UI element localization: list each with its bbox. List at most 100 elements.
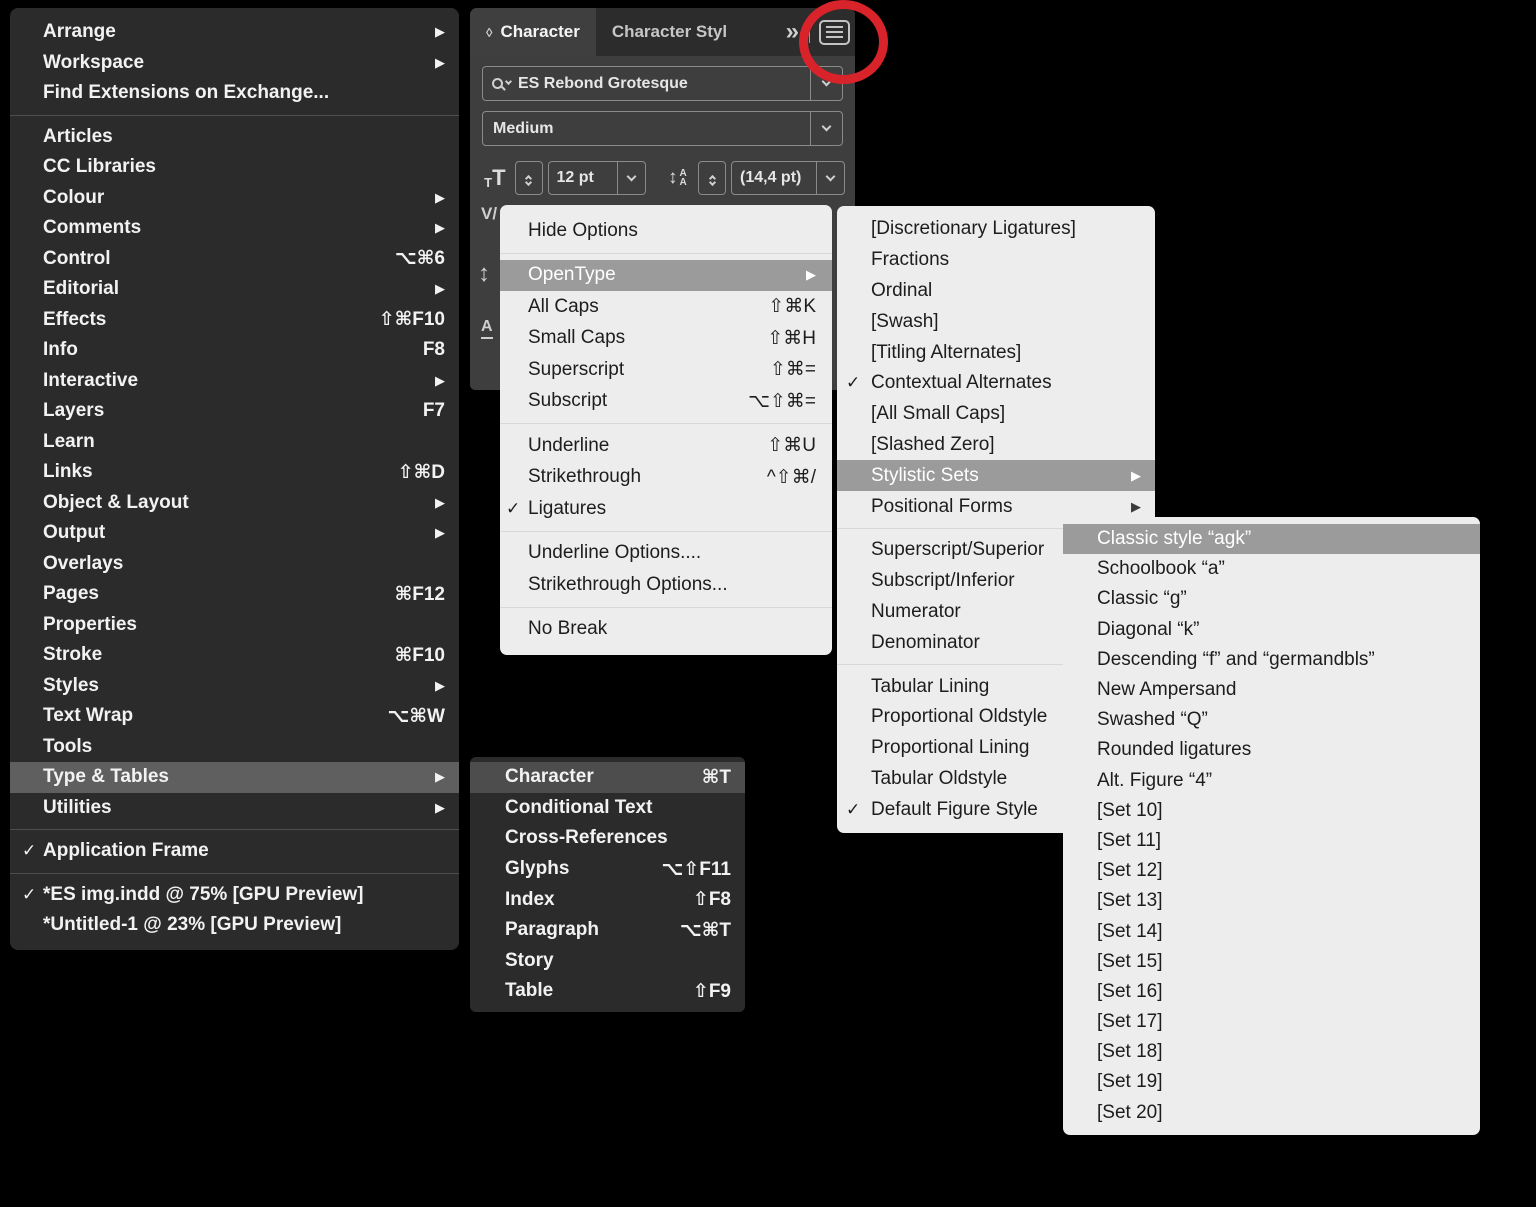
menu-item-discretionary-ligatures[interactable]: [Discretionary Ligatures]: [837, 214, 1155, 245]
font-family-select[interactable]: ES Rebond Grotesque: [482, 66, 843, 101]
shortcut-label: ⌘F10: [375, 644, 445, 667]
menu-item-alt-figure-4[interactable]: Alt. Figure “4”: [1063, 766, 1480, 796]
menu-item-cc-libraries[interactable]: CC Libraries: [10, 152, 459, 183]
menu-item-superscript[interactable]: Superscript⇧⌘=: [500, 354, 832, 386]
menu-item-underline-options[interactable]: Underline Options....: [500, 538, 832, 570]
menu-item-control[interactable]: Control⌥⌘6: [10, 244, 459, 275]
menu-item-small-caps[interactable]: Small Caps⇧⌘H: [500, 323, 832, 355]
menu-item-story[interactable]: Story: [470, 946, 745, 977]
menu-item-output[interactable]: Output▶: [10, 518, 459, 549]
menu-item-properties[interactable]: Properties: [10, 610, 459, 641]
menu-item-links[interactable]: Links⇧⌘D: [10, 457, 459, 488]
menu-item-label: All Caps: [528, 296, 599, 318]
menu-item-comments[interactable]: Comments▶: [10, 213, 459, 244]
menu-item-underline[interactable]: Underline⇧⌘U: [500, 430, 832, 462]
menu-item-styles[interactable]: Styles▶: [10, 671, 459, 702]
menu-item-schoolbook-a[interactable]: Schoolbook “a”: [1063, 554, 1480, 584]
menu-item-application-frame[interactable]: ✓Application Frame: [10, 836, 459, 867]
menu-item-opentype[interactable]: OpenType▶: [500, 260, 832, 292]
menu-item-slashed-zero[interactable]: [Slashed Zero]: [837, 430, 1155, 461]
menu-item-cross-references[interactable]: Cross-References: [470, 823, 745, 854]
menu-item-label: Ordinal: [871, 280, 932, 302]
font-size-field[interactable]: 12 pt: [548, 161, 646, 195]
menu-item-set-18[interactable]: [Set 18]: [1063, 1037, 1480, 1067]
menu-item-es-img-indd-75-gpu-preview[interactable]: ✓*ES img.indd @ 75% [GPU Preview]: [10, 880, 459, 911]
menu-item-diagonal-k[interactable]: Diagonal “k”: [1063, 615, 1480, 645]
menu-item-set-17[interactable]: [Set 17]: [1063, 1007, 1480, 1037]
menu-item-all-small-caps[interactable]: [All Small Caps]: [837, 399, 1155, 430]
menu-item-set-19[interactable]: [Set 19]: [1063, 1067, 1480, 1097]
menu-item-label: [Set 10]: [1097, 800, 1163, 822]
menu-item-new-ampersand[interactable]: New Ampersand: [1063, 675, 1480, 705]
font-size-stepper[interactable]: [515, 161, 543, 195]
menu-item-articles[interactable]: Articles: [10, 122, 459, 153]
font-size-icon: TT: [480, 167, 510, 189]
menu-item-arrange[interactable]: Arrange▶: [10, 17, 459, 48]
menu-item-interactive[interactable]: Interactive▶: [10, 366, 459, 397]
menu-item-titling-alternates[interactable]: [Titling Alternates]: [837, 337, 1155, 368]
menu-item-stylistic-sets[interactable]: Stylistic Sets▶: [837, 460, 1155, 491]
menu-item-hide-options[interactable]: Hide Options: [500, 215, 832, 247]
menu-item-classic-g[interactable]: Classic “g”: [1063, 584, 1480, 614]
menu-item-set-12[interactable]: [Set 12]: [1063, 856, 1480, 886]
menu-item-classic-style-agk[interactable]: Classic style “agk”: [1063, 524, 1480, 554]
menu-item-label: Numerator: [871, 601, 961, 623]
menu-item-learn[interactable]: Learn: [10, 427, 459, 458]
menu-item-strikethrough-options[interactable]: Strikethrough Options...: [500, 569, 832, 601]
menu-separator: [10, 829, 459, 830]
menu-item-set-10[interactable]: [Set 10]: [1063, 796, 1480, 826]
menu-item-index[interactable]: Index⇧F8: [470, 884, 745, 915]
menu-item-find-extensions-on-exchange[interactable]: Find Extensions on Exchange...: [10, 78, 459, 109]
menu-item-no-break[interactable]: No Break: [500, 614, 832, 646]
menu-item-info[interactable]: InfoF8: [10, 335, 459, 366]
menu-item-layers[interactable]: LayersF7: [10, 396, 459, 427]
font-style-dropdown-icon[interactable]: [810, 112, 842, 145]
menu-item-set-13[interactable]: [Set 13]: [1063, 886, 1480, 916]
tab-character[interactable]: ◊ Character: [470, 8, 596, 56]
panel-overflow-icon[interactable]: »: [786, 20, 799, 44]
menu-item-descending-f-and-germandbls[interactable]: Descending “f” and “germandbls”: [1063, 645, 1480, 675]
menu-item-object-layout[interactable]: Object & Layout▶: [10, 488, 459, 519]
menu-item-ordinal[interactable]: Ordinal: [837, 276, 1155, 307]
menu-item-untitled-1-23-gpu-preview[interactable]: *Untitled-1 @ 23% [GPU Preview]: [10, 910, 459, 941]
menu-item-tools[interactable]: Tools: [10, 732, 459, 763]
menu-item-all-caps[interactable]: All Caps⇧⌘K: [500, 291, 832, 323]
font-size-dropdown-icon[interactable]: [617, 162, 645, 194]
menu-item-set-14[interactable]: [Set 14]: [1063, 916, 1480, 946]
menu-item-character[interactable]: Character⌘T: [470, 762, 745, 793]
menu-item-conditional-text[interactable]: Conditional Text: [470, 793, 745, 824]
menu-item-text-wrap[interactable]: Text Wrap⌥⌘W: [10, 701, 459, 732]
leading-stepper[interactable]: [698, 161, 726, 195]
menu-item-workspace[interactable]: Workspace▶: [10, 48, 459, 79]
menu-item-utilities[interactable]: Utilities▶: [10, 793, 459, 824]
menu-item-strikethrough[interactable]: Strikethrough^⇧⌘/: [500, 462, 832, 494]
menu-item-fractions[interactable]: Fractions: [837, 245, 1155, 276]
menu-item-rounded-ligatures[interactable]: Rounded ligatures: [1063, 735, 1480, 765]
menu-item-editorial[interactable]: Editorial▶: [10, 274, 459, 305]
leading-field[interactable]: (14,4 pt): [731, 161, 845, 195]
menu-item-set-11[interactable]: [Set 11]: [1063, 826, 1480, 856]
menu-item-paragraph[interactable]: Paragraph⌥⌘T: [470, 915, 745, 946]
menu-item-swash[interactable]: [Swash]: [837, 306, 1155, 337]
menu-separator: [10, 115, 459, 116]
menu-item-type-tables[interactable]: Type & Tables▶: [10, 762, 459, 793]
font-style-select[interactable]: Medium: [482, 111, 843, 146]
menu-item-pages[interactable]: Pages⌘F12: [10, 579, 459, 610]
menu-item-set-20[interactable]: [Set 20]: [1063, 1098, 1480, 1128]
menu-item-overlays[interactable]: Overlays: [10, 549, 459, 580]
menu-item-effects[interactable]: Effects⇧⌘F10: [10, 305, 459, 336]
menu-item-subscript[interactable]: Subscript⌥⇧⌘=: [500, 386, 832, 418]
menu-item-stroke[interactable]: Stroke⌘F10: [10, 640, 459, 671]
menu-item-contextual-alternates[interactable]: ✓Contextual Alternates: [837, 368, 1155, 399]
tab-character-styles[interactable]: Character Styl: [596, 8, 743, 56]
menu-item-glyphs[interactable]: Glyphs⌥⇧F11: [470, 854, 745, 885]
menu-item-set-15[interactable]: [Set 15]: [1063, 947, 1480, 977]
menu-item-label: Tabular Lining: [871, 676, 989, 698]
menu-item-swashed-q[interactable]: Swashed “Q”: [1063, 705, 1480, 735]
menu-item-set-16[interactable]: [Set 16]: [1063, 977, 1480, 1007]
menu-item-ligatures[interactable]: ✓Ligatures: [500, 493, 832, 525]
leading-dropdown-icon[interactable]: [816, 162, 844, 194]
menu-item-table[interactable]: Table⇧F9: [470, 976, 745, 1007]
menu-item-colour[interactable]: Colour▶: [10, 183, 459, 214]
tab-label: Character: [500, 22, 579, 42]
